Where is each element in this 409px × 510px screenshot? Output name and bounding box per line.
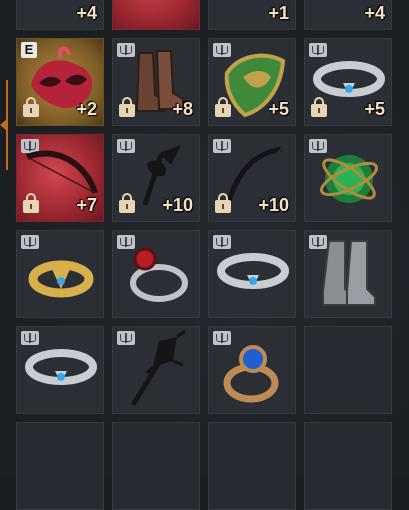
inventory-slot-green-gold-shield[interactable]: +5 [208, 38, 296, 126]
inventory-slot-empty[interactable] [304, 422, 392, 510]
chevron-left-icon [0, 118, 8, 132]
enhance-level: +7 [76, 195, 97, 215]
enhance-level: +8 [172, 99, 193, 119]
inventory-slot-empty[interactable] [304, 326, 392, 414]
inventory-slot[interactable] [112, 0, 200, 30]
enhance-level: +5 [268, 99, 289, 119]
lock-icon [119, 97, 135, 117]
inventory-slot-red-feather-mask[interactable]: E +2 [16, 38, 104, 126]
lock-icon [215, 97, 231, 117]
enhance-level: +4 [364, 3, 385, 23]
inventory-slot-empty[interactable] [112, 422, 200, 510]
lock-icon [23, 97, 39, 117]
inventory-slot-green-orb[interactable] [304, 134, 392, 222]
ring-icon [223, 345, 279, 403]
inventory-slot-leather-boots[interactable]: +8 [112, 38, 200, 126]
enhance-level: +2 [76, 99, 97, 119]
inventory-slot-spiked-mace[interactable] [112, 326, 200, 414]
inventory-slot-iron-greaves[interactable] [304, 230, 392, 318]
enhance-level: +10 [162, 195, 193, 215]
inventory-slot-silver-ring-2[interactable] [16, 326, 104, 414]
enhance-level: +1 [268, 3, 289, 23]
ring-icon [25, 349, 97, 385]
mace-icon [130, 329, 186, 407]
orb-icon [319, 155, 379, 203]
inventory-slot[interactable]: +1 [208, 0, 296, 30]
lock-icon [311, 97, 327, 117]
inventory-slot-gold-ring[interactable] [16, 230, 104, 318]
inventory-slot-black-axe[interactable]: +10 [112, 134, 200, 222]
rank-badge: E [21, 42, 37, 58]
ring-icon [28, 260, 94, 298]
enhance-level: +5 [364, 99, 385, 119]
inventory-slot-empty[interactable] [208, 422, 296, 510]
lock-icon [215, 193, 231, 213]
lock-icon [119, 193, 135, 213]
inventory-slot-empty[interactable] [16, 422, 104, 510]
ring-icon [130, 247, 188, 302]
inventory-slot-black-bow[interactable]: +10 [208, 134, 296, 222]
boots-icon [322, 240, 376, 306]
inventory-slot-silver-ring[interactable] [208, 230, 296, 318]
inventory-slot-silver-sapphire-ring[interactable]: +5 [304, 38, 392, 126]
scroll-indicator[interactable] [0, 80, 10, 170]
lock-icon [23, 193, 39, 213]
inventory-panel: +4 +1 +4 E +2 +8 +5 +5 +7 +10 +10 [0, 0, 409, 510]
enhance-level: +4 [76, 3, 97, 23]
inventory-slot-dark-bow[interactable]: +7 [16, 134, 104, 222]
ring-icon [217, 253, 289, 289]
inventory-slot[interactable]: +4 [16, 0, 104, 30]
inventory-slot-sapphire-gold-ring[interactable] [208, 326, 296, 414]
inventory-slot-ruby-ring[interactable] [112, 230, 200, 318]
inventory-slot[interactable]: +4 [304, 0, 392, 30]
enhance-level: +10 [258, 195, 289, 215]
